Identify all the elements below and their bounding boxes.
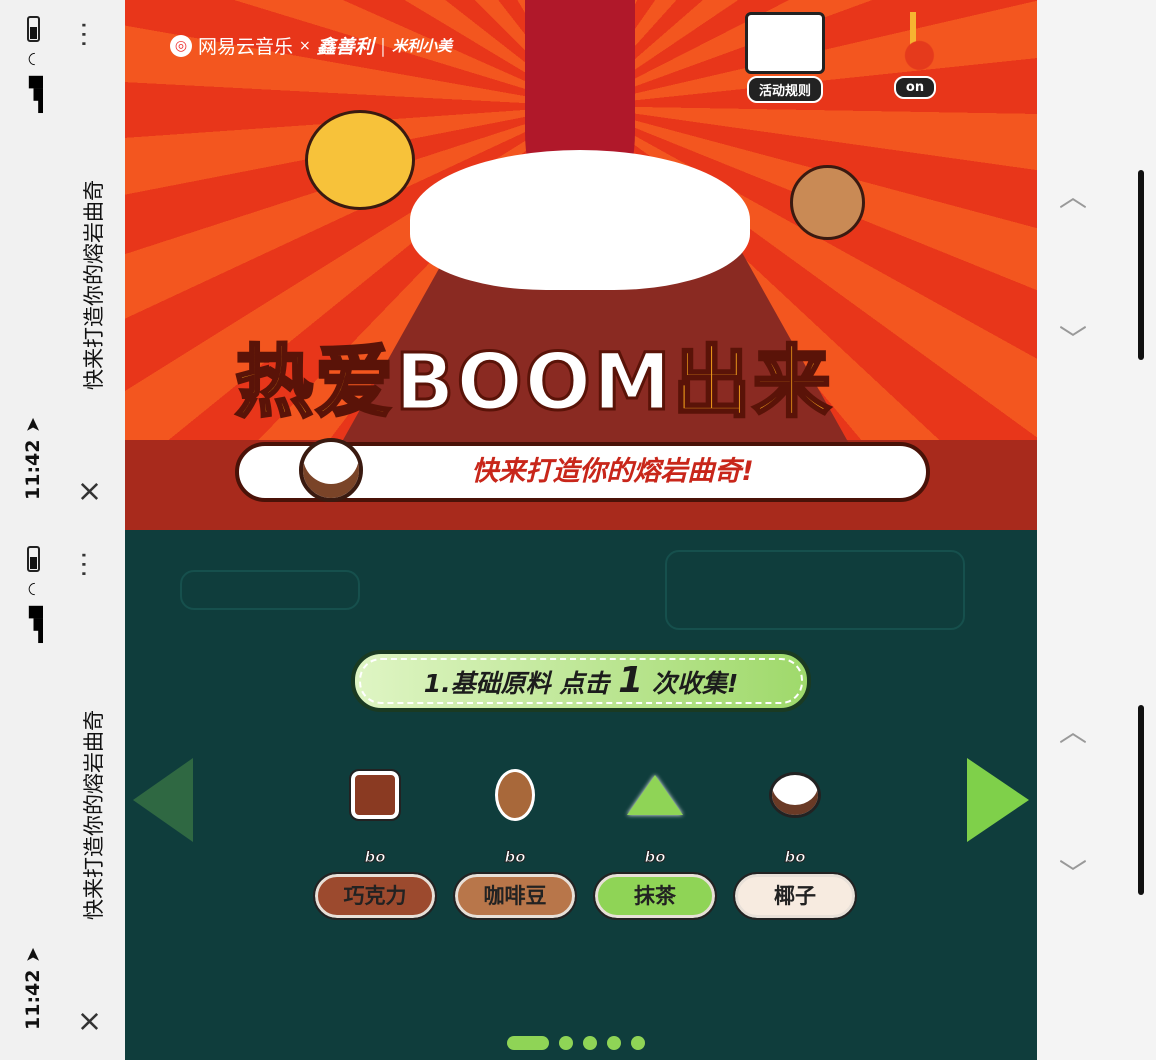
headline: 热爱BOOM出来 [233,320,833,432]
screenshot-bottom: 11:42 ➤ ▂▄▆ ◠ × 快来打造你的熔岩曲奇 ··· 1.基础原料 点击… [0,530,1156,1060]
location-arrow-icon: ➤ [22,416,44,433]
page-dot[interactable] [631,1036,645,1050]
headline-prefix: 热爱 [233,337,396,430]
ingredient-coconut[interactable]: bo 椰子 [733,768,857,920]
location-arrow-icon: ➤ [22,946,44,963]
battery-icon [27,546,40,572]
mascot-yellow [305,110,415,210]
ingredient-chocolate[interactable]: bo 巧克力 [313,768,437,920]
screenshot-top: 11:42 ➤ ▂▄▆ ◠ × 快来打造你的熔岩曲奇 ··· ◎ 网易云音乐 ×… [0,0,1156,530]
rules-label: 活动规则 [746,76,823,103]
banner: ◎ 网易云音乐 × 鑫善利 | 米利小美 活动规则 on 热爱BOOM出来 快来… [125,0,1037,530]
headline-boom: BOOM [394,337,673,430]
chevron-up-icon[interactable]: ︿ [1059,175,1087,215]
ingredient-label[interactable]: 椰子 [733,872,857,920]
scroll-panel: ︿ ﹀ [1037,530,1156,1060]
ingredient-list: bo 巧克力 bo 咖啡豆 bo 抹茶 bo 椰子 [313,768,857,920]
wifi-icon: ◠ [24,52,43,66]
music-toggle-button[interactable]: on [885,12,945,99]
close-icon[interactable]: × [72,1009,107,1034]
clock: 11:42 ➤ [22,417,44,500]
chevron-up-icon[interactable]: ︿ [1059,710,1087,750]
coconut-icon [769,772,821,818]
matcha-icon [627,775,683,815]
subtitle-banner: 快来打造你的熔岩曲奇! [235,438,930,502]
faded-background-shape [180,570,360,610]
page-title: 快来打造你的熔岩曲奇 [82,180,106,390]
wifi-icon: ◠ [24,582,43,596]
chocolate-icon [349,769,401,821]
ingredient-count: bo [364,848,386,867]
time-text: 11:42 [22,439,44,500]
status-sidebar: 11:42 ➤ ▂▄▆ ◠ × 快来打造你的熔岩曲奇 ··· [0,530,125,1060]
chevron-down-icon[interactable]: ﹀ [1059,318,1087,358]
ingredient-coffee-bean[interactable]: bo 咖啡豆 [453,768,577,920]
more-vertical-icon[interactable]: ··· [70,20,100,48]
brand-logos: ◎ 网易云音乐 × 鑫善利 | 米利小美 [170,32,452,59]
ingredient-count: bo [784,848,806,867]
scroll-panel: ︿ ﹀ [1037,0,1156,530]
more-vertical-icon[interactable]: ··· [70,550,100,578]
battery-icon [27,16,40,42]
instruction-banner: 1.基础原料 点击 1 次收集! [351,650,811,712]
ingredient-label[interactable]: 巧克力 [313,872,437,920]
instruction-prefix: 1.基础原料 点击 [423,669,610,698]
clock: 11:42 ➤ [22,947,44,1030]
partner-logo-2: 米利小美 [392,37,453,55]
page-indicator [507,1036,645,1050]
time-text: 11:42 [22,969,44,1030]
ingredient-count: bo [504,848,526,867]
next-arrow-button[interactable] [967,758,1029,842]
scrollbar[interactable] [1138,705,1144,895]
music-state-label: on [893,76,937,99]
page-title: 快来打造你的熔岩曲奇 [82,710,106,920]
signal-icon: ▂▄▆ [24,605,43,643]
signal-icon: ▂▄▆ [24,75,43,113]
rules-button[interactable]: 活动规则 [735,12,835,103]
brand-name: 网易云音乐 [198,36,294,58]
instruction-suffix: 次收集! [651,669,739,698]
ingredient-label[interactable]: 咖啡豆 [453,872,577,920]
netease-music-icon: ◎ [170,34,192,57]
subtitle-text: 快来打造你的熔岩曲奇! [471,456,754,487]
ingredient-label[interactable]: 抹茶 [593,872,717,920]
headline-suffix: 出来 [671,337,833,430]
close-icon[interactable]: × [72,479,107,504]
collab-x: × [299,37,311,54]
chevron-down-icon[interactable]: ﹀ [1059,852,1087,892]
game-panel: 1.基础原料 点击 1 次收集! bo 巧克力 bo 咖啡豆 bo 抹茶 bo … [125,530,1037,1060]
partner-logo-1: 鑫善利 [316,36,374,58]
ingredient-count: bo [644,848,666,867]
mascot-cookie [790,165,865,240]
scrollbar[interactable] [1138,170,1144,360]
instruction-count: 1 [618,660,644,701]
scroll-paper-icon [745,12,825,74]
ingredient-matcha[interactable]: bo 抹茶 [593,768,717,920]
cookie-icon [299,438,363,502]
page-dot[interactable] [607,1036,621,1050]
status-sidebar: 11:42 ➤ ▂▄▆ ◠ × 快来打造你的熔岩曲奇 ··· [0,0,125,530]
page-dot-active[interactable] [507,1036,549,1050]
page-dot[interactable] [559,1036,573,1050]
prev-arrow-button[interactable] [133,758,193,842]
coffee-bean-icon [495,769,535,821]
faded-background-shape [665,550,965,630]
music-note-icon [893,12,937,74]
page-dot[interactable] [583,1036,597,1050]
